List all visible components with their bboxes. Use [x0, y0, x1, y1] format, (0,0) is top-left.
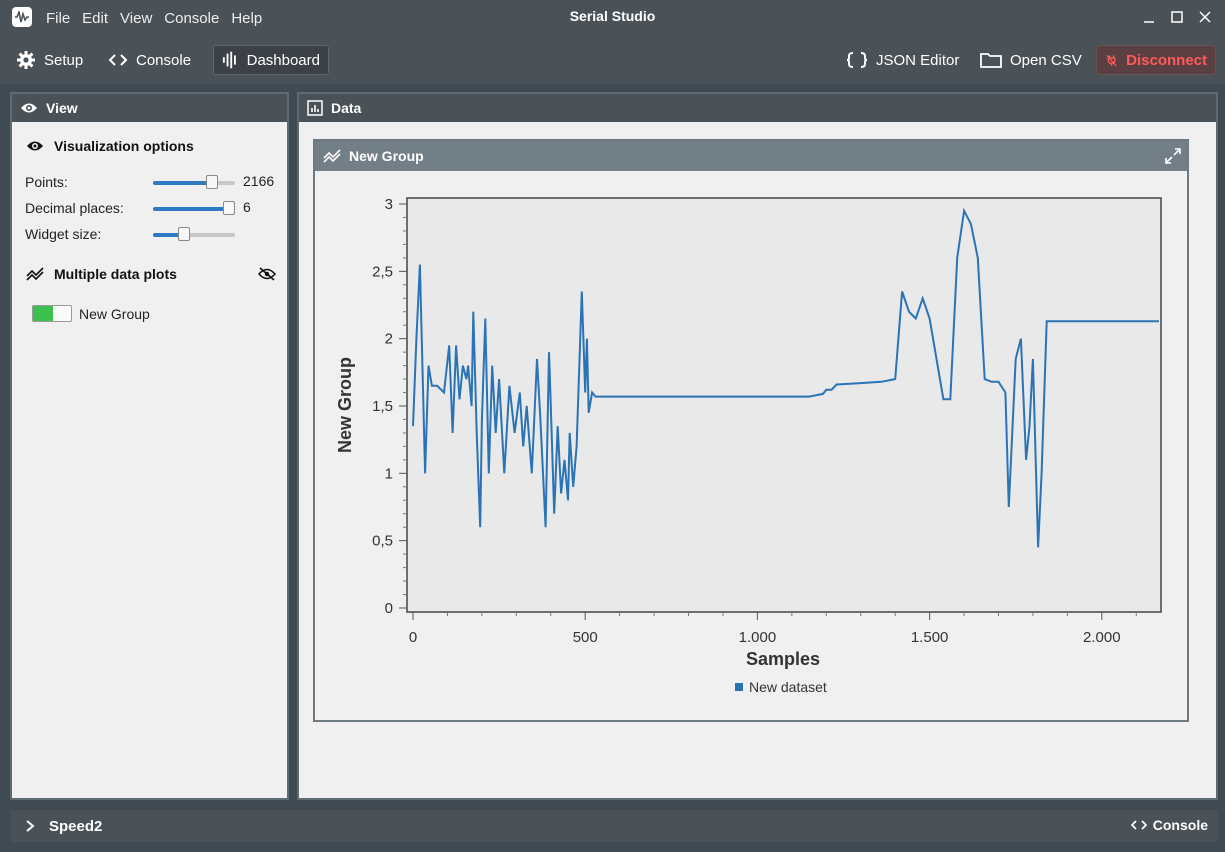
disconnect-label: Disconnect: [1126, 51, 1207, 69]
points-row: Points: 2166: [25, 172, 285, 192]
view-panel-title: View: [46, 100, 78, 116]
x-axis: 0 500 1.000 1.500 2.000: [409, 612, 1137, 646]
multiplot-chart-icon: [26, 267, 44, 281]
menu-file[interactable]: File: [46, 10, 70, 27]
x-axis-label: Samples: [746, 649, 820, 669]
bottom-bar: Speed2 Console: [10, 810, 1218, 842]
chevron-right-icon[interactable]: [24, 819, 36, 833]
y-tick-label: 2,5: [372, 263, 393, 280]
decimal-places-row: Decimal places: 6: [25, 198, 285, 218]
json-editor-button[interactable]: JSON Editor: [838, 45, 967, 75]
chart-box-icon: [307, 100, 323, 116]
menu-bar: File Edit View Console Help: [46, 0, 262, 36]
device-name: Speed2: [49, 818, 103, 835]
visualization-options-title: Visualization options: [26, 138, 194, 154]
group-toggle-switch[interactable]: [32, 305, 72, 322]
dashboard-button[interactable]: Dashboard: [213, 45, 329, 75]
x-tick-label: 2.000: [1083, 629, 1121, 646]
y-tick-label: 1,5: [372, 398, 393, 415]
view-panel-header: View: [12, 94, 287, 122]
points-value: 2166: [243, 173, 275, 189]
hide-eye-icon[interactable]: [258, 267, 276, 281]
app-logo-icon: [12, 7, 32, 27]
legend-swatch: [735, 683, 743, 691]
expand-icon[interactable]: [1165, 148, 1181, 164]
minimize-button[interactable]: [1139, 6, 1159, 28]
open-csv-label: Open CSV: [1010, 51, 1082, 69]
points-slider[interactable]: [153, 175, 235, 189]
points-slider-thumb[interactable]: [205, 175, 218, 189]
maximize-button[interactable]: [1167, 6, 1187, 28]
disconnect-button[interactable]: Disconnect: [1096, 45, 1216, 75]
group-widget: New Group 0 0,5 1 1,5 2 2,5 3 0 500 1.000 1.500 2.…: [313, 139, 1189, 722]
waveform-icon: [222, 51, 236, 69]
widget-size-label: Widget size:: [25, 226, 102, 242]
points-label: Points:: [25, 174, 68, 190]
menu-view[interactable]: View: [120, 10, 152, 27]
group-toggle-row: New Group: [32, 305, 150, 322]
json-braces-icon: [846, 52, 868, 68]
folder-icon: [980, 53, 1002, 68]
code-brackets-icon: [1130, 820, 1147, 830]
maximize-icon: [1171, 11, 1183, 23]
group-widget-header: New Group: [315, 141, 1187, 171]
console-label: Console: [136, 51, 192, 69]
x-tick-label: 0: [409, 629, 417, 646]
minimize-icon: [1144, 21, 1154, 23]
title-bar: File Edit View Console Help Serial Studi…: [0, 0, 1225, 36]
toolbar: Setup Console Dashboard JSON Editor Open…: [0, 36, 1225, 84]
decimal-places-slider[interactable]: [153, 201, 235, 215]
group-toggle-label: New Group: [79, 305, 150, 322]
visualization-options-label: Visualization options: [54, 138, 194, 154]
decimal-places-slider-thumb[interactable]: [223, 201, 235, 215]
multiplot-chart-icon: [323, 149, 341, 163]
decimal-places-label: Decimal places:: [25, 200, 124, 216]
y-tick-label: 3: [385, 196, 393, 213]
y-axis-label: New Group: [335, 357, 355, 453]
y-tick-label: 0: [385, 600, 393, 617]
y-tick-label: 2: [385, 331, 393, 348]
unplug-icon: [1106, 54, 1117, 67]
menu-help[interactable]: Help: [231, 10, 262, 27]
setup-label: Setup: [44, 51, 84, 69]
decimal-places-value: 6: [243, 199, 251, 215]
group-toggle-on-indicator: [33, 306, 53, 321]
x-tick-label: 500: [573, 629, 598, 646]
widget-size-row: Widget size:: [25, 224, 285, 244]
line-chart: 0 0,5 1 1,5 2 2,5 3 0 500 1.000 1.500 2.000 New Gr…: [335, 196, 1162, 695]
menu-console[interactable]: Console: [164, 10, 219, 27]
setup-button[interactable]: Setup: [8, 45, 91, 75]
data-panel-title: Data: [331, 100, 362, 116]
x-tick-label: 1.500: [911, 629, 949, 646]
dashboard-label: Dashboard: [246, 51, 320, 69]
multiple-data-plots-label: Multiple data plots: [54, 266, 177, 282]
open-csv-button[interactable]: Open CSV: [972, 45, 1090, 75]
gear-icon: [17, 51, 35, 69]
y-axis: 0 0,5 1 1,5 2 2,5 3: [372, 196, 407, 617]
view-panel: View Visualization options Points: 2166 …: [10, 92, 289, 800]
x-tick-label: 1.000: [739, 629, 777, 646]
y-tick-label: 1: [385, 465, 393, 482]
eye-icon: [27, 141, 43, 151]
close-button[interactable]: [1195, 6, 1215, 28]
legend-label: New dataset: [749, 679, 827, 695]
widget-size-slider-thumb[interactable]: [177, 227, 190, 241]
code-brackets-icon: [108, 54, 128, 66]
json-editor-label: JSON Editor: [876, 51, 960, 69]
y-tick-label: 0,5: [372, 533, 393, 550]
menu-edit[interactable]: Edit: [82, 10, 108, 27]
eye-icon: [21, 103, 37, 113]
data-panel-header: Data: [299, 94, 1216, 122]
widget-size-slider[interactable]: [153, 227, 235, 241]
group-widget-title: New Group: [349, 148, 424, 164]
close-icon: [1199, 11, 1211, 23]
window-controls: [1139, 6, 1215, 28]
bottom-console-label: Console: [1152, 817, 1208, 833]
multiple-data-plots-title: Multiple data plots: [26, 266, 276, 282]
console-button[interactable]: Console: [100, 45, 199, 75]
bottom-console-button[interactable]: Console: [1130, 817, 1208, 833]
